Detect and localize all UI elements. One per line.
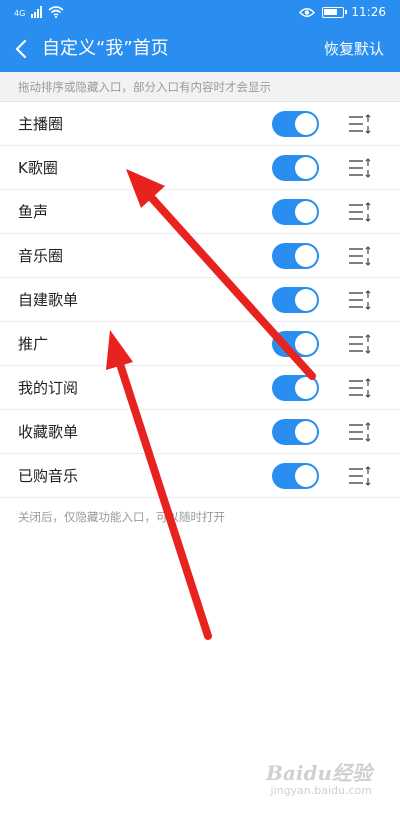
list-item: 已购音乐: [0, 454, 400, 498]
clock: 11:26: [351, 5, 386, 19]
item-label: K歌圈: [18, 159, 58, 177]
visibility-toggle[interactable]: [272, 419, 319, 445]
item-label: 音乐圈: [18, 247, 64, 265]
toggle-knob: [295, 333, 317, 355]
list-item: 我的订阅: [0, 366, 400, 410]
toggle-knob: [295, 421, 317, 443]
drag-sort-icon[interactable]: [347, 420, 373, 444]
list-item: 收藏歌单: [0, 410, 400, 454]
hint-text: 拖动排序或隐藏入口，部分入口有内容时才会显示: [18, 80, 271, 94]
list-item: K歌圈: [0, 146, 400, 190]
toggle-knob: [295, 377, 317, 399]
drag-sort-icon[interactable]: [347, 112, 373, 136]
drag-sort-icon[interactable]: [347, 244, 373, 268]
watermark: Baidu经验 jingyan.baidu.com: [266, 762, 372, 798]
list-item: 音乐圈: [0, 234, 400, 278]
list-item: 自建歌单: [0, 278, 400, 322]
wifi-icon: [48, 6, 64, 18]
visibility-toggle[interactable]: [272, 199, 319, 225]
toggle-knob: [295, 465, 317, 487]
watermark-url: jingyan.baidu.com: [270, 784, 372, 797]
list-item: 推广: [0, 322, 400, 366]
item-label: 推广: [18, 335, 49, 353]
visibility-toggle[interactable]: [272, 111, 319, 137]
drag-sort-icon[interactable]: [347, 464, 373, 488]
drag-sort-icon[interactable]: [347, 288, 373, 312]
back-button[interactable]: [8, 34, 36, 64]
item-label: 鱼声: [18, 203, 49, 221]
entry-list: 主播圈 K歌圈 鱼声 音乐圈 自建歌单 推广 我的订阅 收藏歌单 已购音乐: [0, 102, 400, 498]
toggle-knob: [295, 245, 317, 267]
list-item: 鱼声: [0, 190, 400, 234]
item-label: 主播圈: [18, 115, 64, 133]
hint-banner: 拖动排序或隐藏入口，部分入口有内容时才会显示: [0, 72, 400, 102]
item-label: 收藏歌单: [18, 423, 79, 441]
toggle-knob: [295, 289, 317, 311]
visibility-toggle[interactable]: [272, 375, 319, 401]
network-type-label: 4G: [14, 9, 26, 18]
visibility-toggle[interactable]: [272, 155, 319, 181]
signal-icon: [31, 6, 43, 18]
list-item: 主播圈: [0, 102, 400, 146]
item-label: 我的订阅: [18, 379, 79, 397]
status-right: 11:26: [299, 5, 386, 19]
drag-sort-icon[interactable]: [347, 332, 373, 356]
toggle-knob: [295, 201, 317, 223]
item-label: 已购音乐: [18, 467, 79, 485]
visibility-toggle[interactable]: [272, 331, 319, 357]
restore-default-button[interactable]: 恢复默认: [324, 39, 384, 59]
footer-note: 关闭后，仅隐藏功能入口，可以随时打开: [18, 510, 225, 524]
drag-sort-icon[interactable]: [347, 156, 373, 180]
item-label: 自建歌单: [18, 291, 79, 309]
page-title: 自定义“我”首页: [42, 38, 169, 59]
drag-sort-icon[interactable]: [347, 376, 373, 400]
status-bar: 4G 11:26: [0, 0, 400, 26]
chevron-left-icon: [15, 39, 27, 59]
eye-comfort-icon: [299, 7, 316, 17]
status-left: 4G: [14, 6, 64, 18]
visibility-toggle[interactable]: [272, 463, 319, 489]
toggle-knob: [295, 113, 317, 135]
battery-icon: [322, 6, 348, 18]
app-header: 4G 11:26 自定义“我”首页 恢复默认: [0, 0, 400, 72]
visibility-toggle[interactable]: [272, 287, 319, 313]
watermark-brand: Baidu经验: [266, 761, 372, 785]
title-bar: 自定义“我”首页 恢复默认: [0, 30, 400, 68]
visibility-toggle[interactable]: [272, 243, 319, 269]
drag-sort-icon[interactable]: [347, 200, 373, 224]
toggle-knob: [295, 157, 317, 179]
